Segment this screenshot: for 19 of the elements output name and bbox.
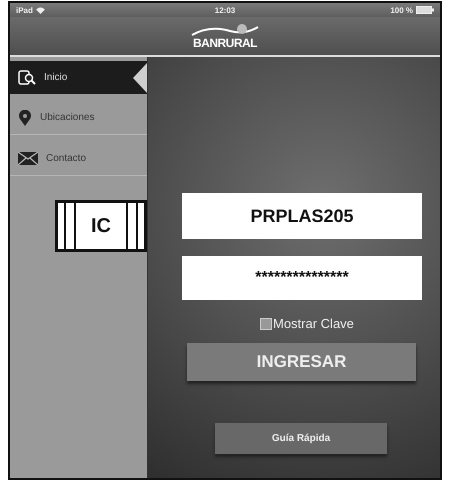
sidebar-item[interactable]: Ubicaciones xyxy=(10,101,147,135)
logo-text: BANRURAL xyxy=(193,36,257,50)
device-name: iPad xyxy=(16,6,33,14)
login-button[interactable]: INGRESAR xyxy=(187,343,416,381)
selection-arrow-icon xyxy=(133,63,147,93)
quick-guide-button[interactable]: Guía Rápida xyxy=(215,423,387,454)
wifi-icon xyxy=(36,6,45,14)
battery-icon xyxy=(416,6,434,14)
sidebar-item[interactable]: Inicio xyxy=(10,61,147,94)
sidebar-item[interactable]: Contacto xyxy=(10,142,147,176)
username-field[interactable]: PRPLAS205 xyxy=(182,193,422,239)
show-password-checkbox[interactable]: Mostrar Clave xyxy=(260,316,354,331)
battery-percent: 100 % xyxy=(390,6,413,14)
ic-label: IC xyxy=(55,200,147,252)
location-pin-icon xyxy=(18,110,32,126)
search-icon xyxy=(18,70,36,86)
password-field[interactable]: *************** xyxy=(182,256,422,300)
envelope-icon xyxy=(18,152,38,165)
clock: 12:03 xyxy=(214,6,236,14)
